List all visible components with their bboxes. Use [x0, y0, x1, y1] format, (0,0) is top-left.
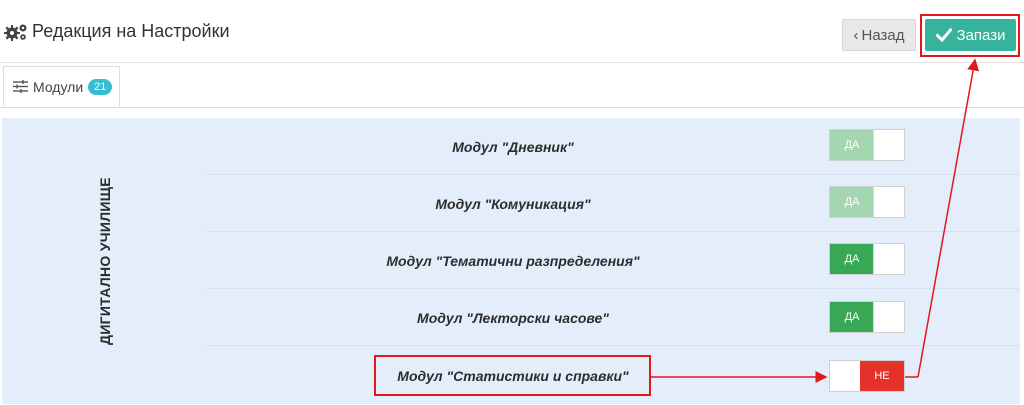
module-label: Модул "Статистики и справки": [397, 368, 629, 384]
save-button-label: Запази: [956, 26, 1006, 44]
toggle-knob: [873, 302, 904, 332]
toggle-knob: [873, 130, 904, 160]
module-toggle[interactable]: ДА: [829, 129, 905, 161]
module-label: Модул "Комуникация": [435, 195, 591, 212]
module-row: Модул "Статистики и справки" НЕ: [207, 347, 1020, 404]
toggle-state-label: НЕ: [860, 361, 904, 391]
header-divider: [0, 62, 1024, 63]
check-icon: [935, 28, 952, 42]
tab-modules-badge: 21: [88, 78, 113, 95]
module-row: Модул "Дневник" ДА: [207, 118, 1020, 175]
module-row: Модул "Лекторски часове" ДА: [207, 289, 1020, 346]
gears-icon: [4, 24, 27, 41]
module-row: Модул "Тематични разпределения" ДА: [207, 232, 1020, 289]
toggle-knob: [873, 244, 904, 274]
module-label: Модул "Лекторски часове": [417, 309, 609, 326]
toggle-state-label: ДА: [830, 130, 874, 160]
tabs-bar: Модули 21: [0, 66, 1024, 108]
back-button-label: Назад: [861, 26, 905, 44]
sliders-icon: [13, 80, 28, 93]
save-button[interactable]: Запази: [925, 19, 1016, 51]
toggle-state-label: ДА: [830, 302, 874, 332]
toggle-knob: [830, 361, 861, 391]
tab-modules-label: Модули: [33, 78, 84, 95]
page-title: Редакция на Настройки: [32, 21, 230, 41]
chevron-left-icon: ‹: [853, 26, 859, 44]
module-label: Модул "Дневник": [452, 138, 574, 155]
back-button[interactable]: ‹ Назад: [842, 19, 916, 51]
module-toggle[interactable]: НЕ: [829, 360, 905, 392]
toggle-knob: [873, 187, 904, 217]
module-label: Модул "Тематични разпределения": [386, 252, 640, 269]
module-toggle[interactable]: ДА: [829, 301, 905, 333]
group-label-container: ДИГИТАЛНО УЧИЛИЩЕ: [2, 118, 207, 404]
tab-modules[interactable]: Модули 21: [3, 66, 120, 107]
module-row: Модул "Комуникация" ДА: [207, 175, 1020, 232]
group-label: ДИГИТАЛНО УЧИЛИЩЕ: [96, 177, 113, 345]
row-divider: [207, 345, 1020, 346]
toggle-state-label: ДА: [830, 187, 874, 217]
module-toggle[interactable]: ДА: [829, 243, 905, 275]
module-toggle[interactable]: ДА: [829, 186, 905, 218]
toggle-state-label: ДА: [830, 244, 874, 274]
